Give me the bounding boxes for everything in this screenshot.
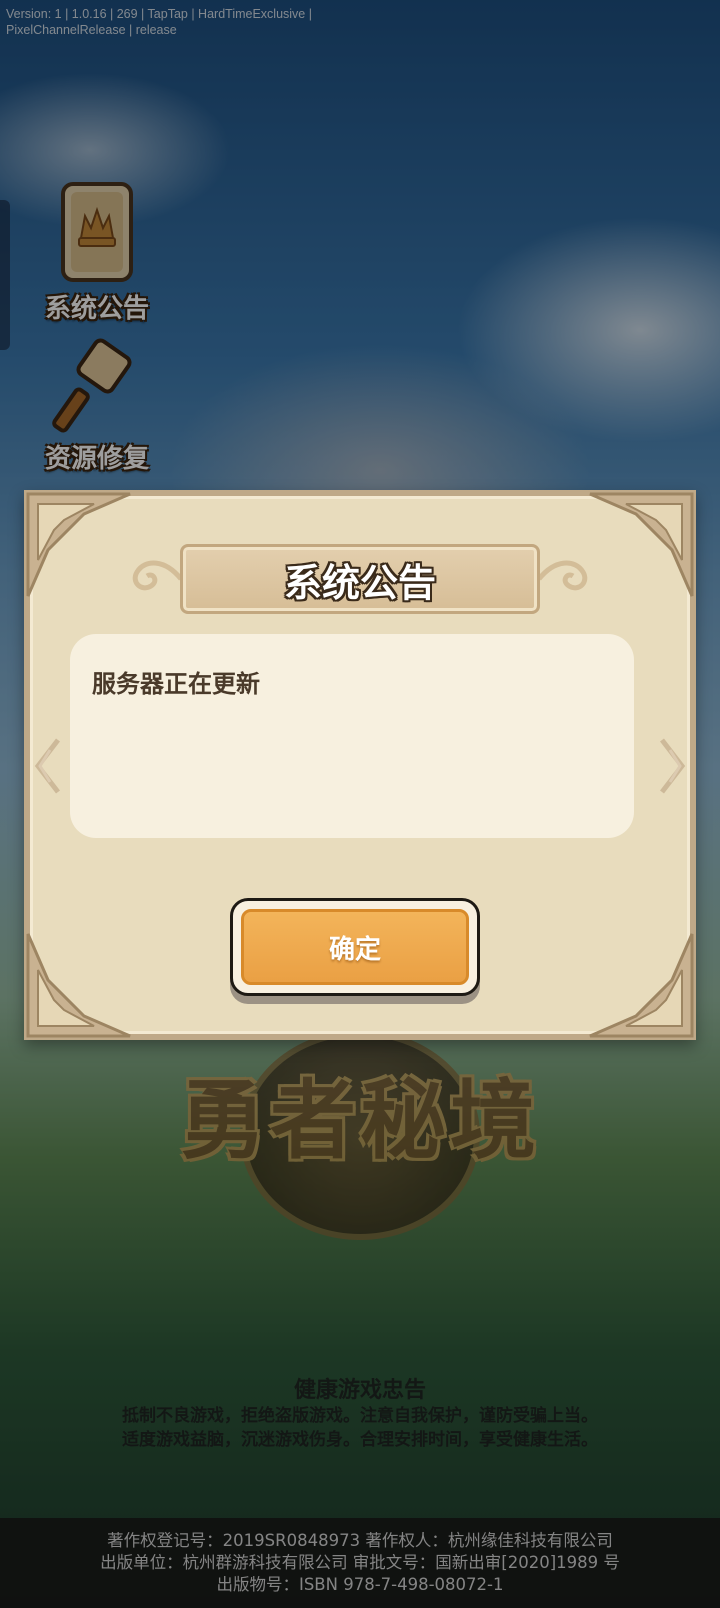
header-swirl-icon — [537, 560, 588, 591]
corner-ornament-icon — [589, 933, 694, 1038]
announcement-dialog: 系统公告 服务器正在更新 确定 — [24, 490, 696, 1040]
dialog-message: 服务器正在更新 — [92, 670, 260, 698]
side-ornament-icon — [34, 738, 60, 794]
dialog-title-banner: 系统公告 — [180, 544, 540, 614]
dialog-title: 系统公告 — [283, 560, 436, 605]
corner-ornament-icon — [26, 933, 131, 1038]
corner-ornament-icon — [589, 492, 694, 597]
side-ornament-icon — [660, 738, 686, 794]
confirm-button-label: 确定 — [241, 909, 469, 985]
header-swirl-icon — [132, 560, 183, 591]
confirm-button[interactable]: 确定 — [230, 898, 480, 996]
dialog-message-panel: 服务器正在更新 — [70, 634, 634, 838]
corner-ornament-icon — [26, 492, 131, 597]
